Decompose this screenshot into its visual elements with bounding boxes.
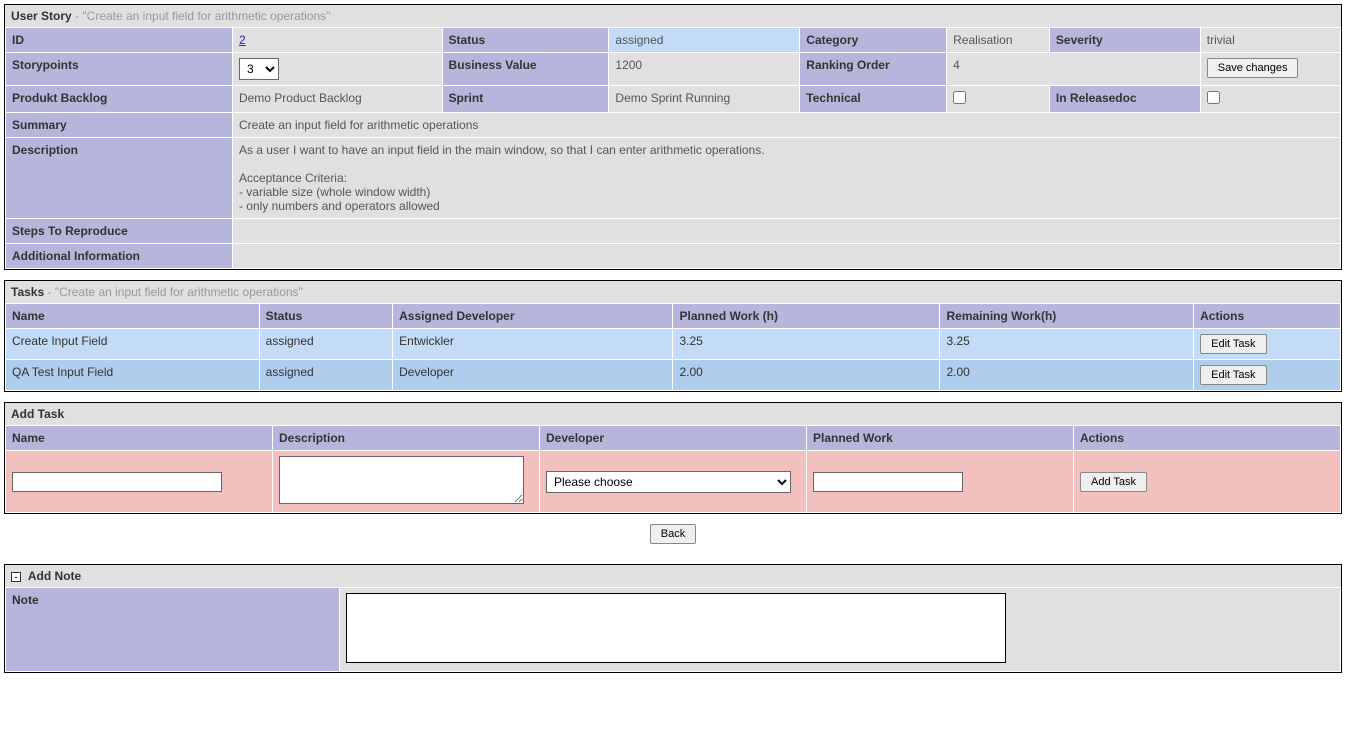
tasks-title: Tasks - "Create an input field for arith… (5, 281, 1341, 303)
technical-checkbox[interactable] (953, 91, 966, 104)
value-steps-to-reproduce (232, 219, 1340, 244)
addtask-header-planned: Planned Work (807, 426, 1074, 451)
save-changes-button[interactable]: Save changes (1207, 58, 1299, 78)
label-business-value: Business Value (442, 53, 609, 86)
value-ranking-order: 4 (947, 53, 1201, 86)
value-description: As a user I want to have an input field … (232, 138, 1340, 219)
add-note-table: Note (5, 587, 1341, 672)
tasks-header-developer: Assigned Developer (393, 304, 673, 329)
label-status: Status (442, 28, 609, 53)
storypoints-select[interactable]: 3 (239, 58, 279, 80)
value-category: Realisation (947, 28, 1050, 53)
task-name: Create Input Field (6, 329, 260, 360)
addtask-header-actions: Actions (1074, 426, 1341, 451)
label-product-backlog: Produkt Backlog (6, 86, 233, 113)
addtask-header-description: Description (273, 426, 540, 451)
task-planned: 2.00 (673, 360, 940, 391)
note-textarea[interactable] (346, 593, 1006, 663)
label-steps-to-reproduce: Steps To Reproduce (6, 219, 233, 244)
user-story-title: User Story - "Create an input field for … (5, 5, 1341, 27)
add-task-button[interactable]: Add Task (1080, 472, 1147, 492)
label-additional-info: Additional Information (6, 244, 233, 269)
tasks-title-prefix: Tasks (11, 285, 44, 299)
tasks-panel: Tasks - "Create an input field for arith… (4, 280, 1342, 392)
label-sprint: Sprint (442, 86, 609, 113)
value-product-backlog: Demo Product Backlog (232, 86, 442, 113)
edit-task-button[interactable]: Edit Task (1200, 334, 1266, 354)
edit-task-button[interactable]: Edit Task (1200, 365, 1266, 385)
user-story-title-quoted: "Create an input field for arithmetic op… (82, 9, 330, 23)
task-developer-select[interactable]: Please choose (546, 471, 791, 493)
note-label: Note (6, 588, 340, 672)
tasks-header-remaining: Remaining Work(h) (940, 304, 1194, 329)
task-name: QA Test Input Field (6, 360, 260, 391)
user-story-table: ID 2 Status assigned Category Realisatio… (5, 27, 1341, 269)
add-task-table: Name Description Developer Planned Work … (5, 425, 1341, 513)
user-story-panel: User Story - "Create an input field for … (4, 4, 1342, 270)
tasks-header-status: Status (259, 304, 393, 329)
back-button[interactable]: Back (650, 524, 696, 544)
task-planned-input[interactable] (813, 472, 963, 492)
id-link[interactable]: 2 (239, 33, 246, 47)
value-summary: Create an input field for arithmetic ope… (232, 113, 1340, 138)
value-status: assigned (609, 28, 800, 53)
task-row: QA Test Input Field assigned Developer 2… (6, 360, 1341, 391)
task-remaining: 2.00 (940, 360, 1194, 391)
addtask-header-developer: Developer (540, 426, 807, 451)
label-storypoints: Storypoints (6, 53, 233, 86)
value-severity: trivial (1200, 28, 1340, 53)
label-id: ID (6, 28, 233, 53)
task-name-input[interactable] (12, 472, 222, 492)
tasks-header-name: Name (6, 304, 260, 329)
add-task-panel: Add Task Name Description Developer Plan… (4, 402, 1342, 514)
user-story-title-prefix: User Story (11, 9, 72, 23)
label-severity: Severity (1049, 28, 1200, 53)
task-developer: Developer (393, 360, 673, 391)
task-status: assigned (259, 360, 393, 391)
task-remaining: 3.25 (940, 329, 1194, 360)
tasks-header-planned: Planned Work (h) (673, 304, 940, 329)
label-ranking-order: Ranking Order (800, 53, 947, 86)
tasks-table: Name Status Assigned Developer Planned W… (5, 303, 1341, 391)
task-description-textarea[interactable] (279, 456, 524, 504)
add-task-title: Add Task (5, 403, 1341, 425)
label-in-releasedoc: In Releasedoc (1049, 86, 1200, 113)
label-description: Description (6, 138, 233, 219)
in-releasedoc-checkbox[interactable] (1207, 91, 1220, 104)
add-note-title-row: - Add Note (5, 565, 1341, 587)
value-sprint: Demo Sprint Running (609, 86, 800, 113)
value-additional-info (232, 244, 1340, 269)
add-note-panel: - Add Note Note (4, 564, 1342, 673)
addtask-header-name: Name (6, 426, 273, 451)
task-row: Create Input Field assigned Entwickler 3… (6, 329, 1341, 360)
task-status: assigned (259, 329, 393, 360)
label-technical: Technical (800, 86, 947, 113)
label-summary: Summary (6, 113, 233, 138)
tasks-title-quoted: "Create an input field for arithmetic op… (55, 285, 303, 299)
task-developer: Entwickler (393, 329, 673, 360)
value-business-value: 1200 (609, 53, 800, 86)
label-category: Category (800, 28, 947, 53)
task-planned: 3.25 (673, 329, 940, 360)
tasks-header-actions: Actions (1194, 304, 1341, 329)
collapse-icon[interactable]: - (11, 572, 21, 582)
add-note-title: Add Note (28, 569, 81, 583)
